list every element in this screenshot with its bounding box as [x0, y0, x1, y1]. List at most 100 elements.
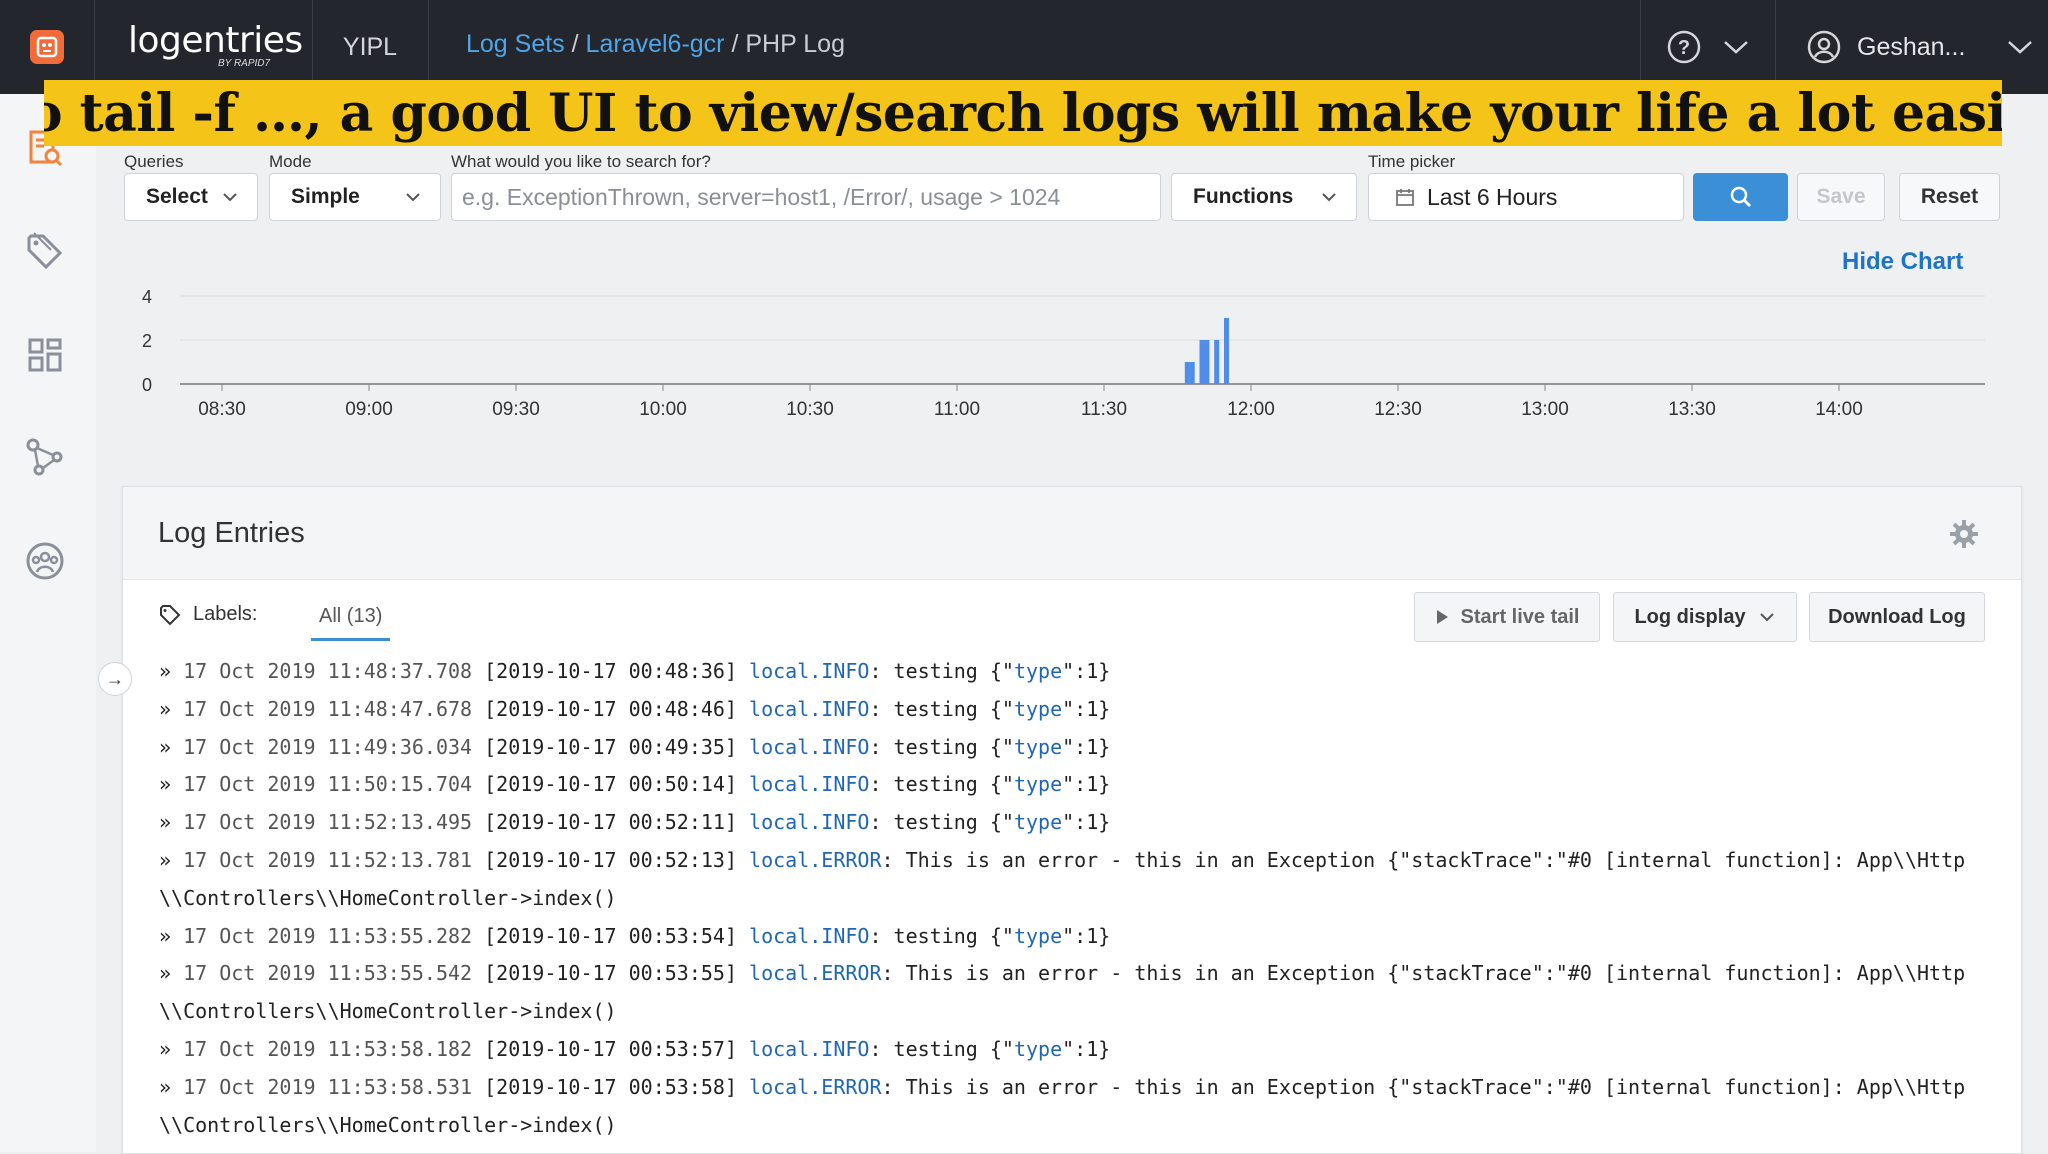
log-message: : testing {": [869, 923, 1014, 948]
download-log-button[interactable]: Download Log: [1809, 592, 1985, 642]
x-tick-label: 10:00: [639, 399, 687, 420]
y-tick-label: 0: [142, 375, 152, 395]
reset-button[interactable]: Reset: [1899, 173, 2000, 221]
breadcrumb: Log Sets / Laravel6-gcr / PHP Log: [466, 30, 845, 59]
log-expand-marker: »: [159, 810, 184, 835]
log-message: : testing {": [869, 1036, 1014, 1061]
mode-select[interactable]: Simple: [269, 173, 441, 221]
breadcrumb-separator: /: [571, 30, 579, 58]
log-message: : This is an error - this in an Exceptio…: [881, 961, 1966, 986]
rapid7-logo-icon: [30, 30, 64, 64]
log-timestamp: 17 Oct 2019 11:53:58.531: [183, 1074, 485, 1099]
log-entry[interactable]: » 17 Oct 2019 11:52:13.495 [2019-10-17 0…: [159, 804, 1999, 842]
event-histogram-chart: 0 2 4 08:30 09:00 09:30 10:00 10:30 11:00 11:30 12…: [142, 287, 1985, 420]
log-entries-list: » 17 Oct 2019 11:48:37.708 [2019-10-17 0…: [159, 653, 1999, 1144]
x-tick-label: 12:30: [1374, 399, 1422, 420]
network-icon[interactable]: [24, 436, 66, 478]
log-entry[interactable]: » 17 Oct 2019 11:53:55.542 [2019-10-17 0…: [159, 955, 1999, 993]
log-expand-marker: »: [159, 696, 184, 721]
chevron-down-icon: [406, 193, 420, 202]
chevron-down-icon: [1759, 613, 1774, 622]
hide-chart-link[interactable]: Hide Chart: [1842, 248, 1963, 276]
log-timestamp: 17 Oct 2019 11:48:47.678: [183, 696, 485, 721]
team-icon[interactable]: [24, 540, 66, 582]
chevron-down-icon: [2008, 41, 2033, 54]
search-label: What would you like to search for?: [451, 152, 711, 171]
log-entry[interactable]: » 17 Oct 2019 11:52:13.781 [2019-10-17 0…: [159, 842, 1999, 880]
log-expand-marker: »: [159, 659, 184, 683]
breadcrumb-log-sets[interactable]: Log Sets: [466, 30, 565, 58]
log-json-key: type: [1013, 772, 1063, 797]
log-entries-panel: Log Entries Labels: All (13) Start live …: [122, 486, 2022, 1154]
log-entry[interactable]: » 17 Oct 2019 11:49:36.034 [2019-10-17 0…: [159, 729, 1999, 767]
user-avatar-icon: [1807, 30, 1841, 64]
log-json-key: type: [1013, 696, 1063, 721]
log-entry[interactable]: » 17 Oct 2019 11:48:47.678 [2019-10-17 0…: [159, 691, 1999, 729]
log-entry[interactable]: » 17 Oct 2019 11:50:15.704 [2019-10-17 0…: [159, 766, 1999, 804]
log-timestamp: 17 Oct 2019 11:52:13.781: [183, 847, 485, 872]
log-level: local.ERROR: [749, 1074, 882, 1099]
x-tick-label: 14:00: [1815, 399, 1863, 420]
chevron-down-icon: [1724, 41, 1748, 54]
log-message-tail: ":1}: [1062, 659, 1111, 683]
functions-label: Functions: [1193, 185, 1294, 208]
y-tick-label: 2: [142, 331, 152, 351]
x-tick-label: 13:00: [1521, 399, 1569, 420]
log-bracket-time: [2019-10-17 00:53:54]: [484, 923, 750, 948]
queries-select[interactable]: Select: [124, 173, 258, 221]
start-live-tail-label: Start live tail: [1460, 605, 1580, 628]
time-picker[interactable]: Last 6 Hours: [1368, 173, 1684, 221]
log-timestamp: 17 Oct 2019 11:52:13.495: [183, 810, 485, 835]
label-tab-all[interactable]: All (13): [311, 605, 391, 641]
help-icon: ?: [1667, 30, 1701, 64]
tag-icon[interactable]: [24, 230, 66, 272]
log-timestamp: 17 Oct 2019 11:53:55.282: [183, 923, 485, 948]
log-entry[interactable]: » 17 Oct 2019 11:53:58.182 [2019-10-17 0…: [159, 1031, 1999, 1069]
log-json-key: type: [1013, 923, 1063, 948]
x-tick-label: 13:30: [1668, 399, 1716, 420]
log-level: local.INFO: [749, 810, 870, 835]
mode-label: Mode: [269, 152, 312, 171]
log-display-label: Log display: [1634, 605, 1746, 628]
log-json-key: type: [1013, 734, 1063, 759]
functions-select[interactable]: Functions: [1171, 173, 1357, 221]
log-message: : This is an error - this in an Exceptio…: [881, 1074, 1966, 1099]
sidebar: [0, 94, 97, 1152]
breadcrumb-log-set[interactable]: Laravel6-gcr: [586, 30, 725, 58]
log-display-dropdown[interactable]: Log display: [1613, 592, 1797, 642]
log-entry[interactable]: » 17 Oct 2019 11:53:55.282 [2019-10-17 0…: [159, 918, 1999, 956]
dashboard-icon[interactable]: [24, 334, 66, 376]
log-timestamp: 17 Oct 2019 11:53:55.542: [183, 961, 485, 986]
log-bracket-time: [2019-10-17 00:52:11]: [484, 810, 750, 835]
x-tick-label: 10:30: [786, 399, 834, 420]
log-entry[interactable]: » 17 Oct 2019 11:48:37.708 [2019-10-17 0…: [159, 653, 1999, 691]
start-live-tail-button[interactable]: Start live tail: [1414, 592, 1600, 642]
log-level: local.ERROR: [749, 847, 882, 872]
chevron-down-icon: [1322, 193, 1336, 202]
log-entry-continuation: \\Controllers\\HomeController->index(): [159, 999, 617, 1024]
log-bracket-time: [2019-10-17 00:48:36]: [484, 659, 750, 683]
log-expand-marker: »: [159, 961, 184, 986]
log-bracket-time: [2019-10-17 00:48:46]: [484, 696, 750, 721]
expand-arrow-icon[interactable]: →: [98, 662, 132, 696]
play-icon: [1436, 610, 1448, 624]
log-expand-marker: »: [159, 923, 184, 948]
chart-bar: [1204, 340, 1210, 384]
log-timestamp: 17 Oct 2019 11:48:37.708: [183, 659, 485, 683]
search-button[interactable]: [1693, 173, 1788, 221]
log-expand-marker: »: [159, 772, 184, 797]
chart-bar: [1214, 340, 1220, 384]
x-tick-label: 11:00: [934, 399, 980, 420]
log-level: local.ERROR: [749, 961, 882, 986]
labels-label: Labels:: [193, 603, 258, 625]
search-input[interactable]: [451, 173, 1161, 221]
log-entry[interactable]: » 17 Oct 2019 11:53:58.531 [2019-10-17 0…: [159, 1069, 1999, 1107]
labels-row: Labels:: [159, 603, 258, 626]
time-picker-label: Time picker: [1368, 152, 1456, 171]
log-message: : testing {": [869, 810, 1014, 835]
brand-name: logentries: [128, 20, 303, 61]
gear-icon[interactable]: [1949, 519, 1979, 549]
log-entry-continuation: \\Controllers\\HomeController->index(): [159, 885, 617, 910]
y-tick-label: 4: [142, 287, 152, 307]
save-button[interactable]: Save: [1797, 173, 1885, 221]
